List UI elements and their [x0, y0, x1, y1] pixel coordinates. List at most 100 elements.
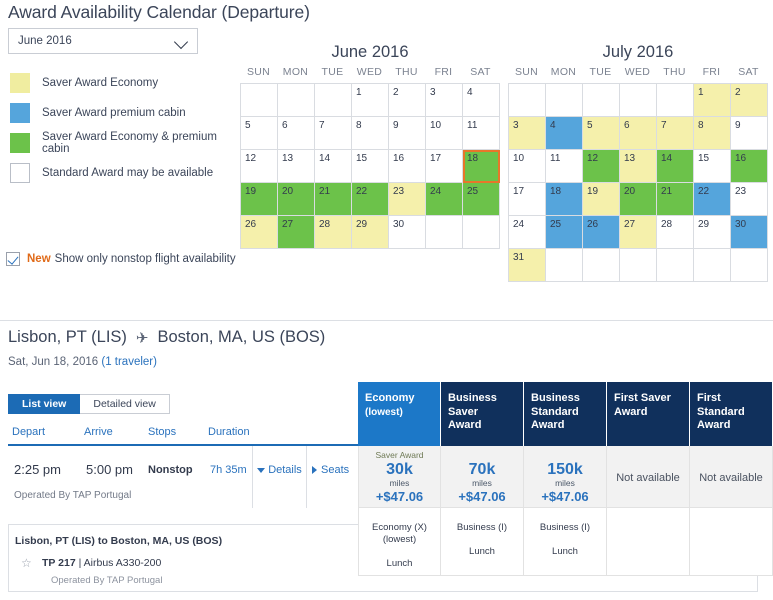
calendar-day-cell[interactable]: 2 [389, 84, 426, 117]
calendar-day-cell[interactable]: 11 [463, 117, 500, 150]
calendar-day-cell[interactable]: 13 [278, 150, 315, 183]
legend-swatch [10, 163, 30, 183]
calendar-day-cell[interactable]: 2 [731, 84, 768, 117]
fare-column-header[interactable]: Economy (lowest) [358, 382, 441, 446]
column-header-depart[interactable]: Depart [12, 426, 45, 438]
calendar-day-cell[interactable]: 7 [657, 117, 694, 150]
calendar-day-cell[interactable]: 3 [426, 84, 463, 117]
calendar-day-cell[interactable]: 30 [731, 216, 768, 249]
calendar-day-cell[interactable]: 16 [389, 150, 426, 183]
calendar-day-cell[interactable]: 12 [583, 150, 620, 183]
calendar-day-cell[interactable]: 31 [509, 249, 546, 282]
calendar-day-cell[interactable]: 26 [583, 216, 620, 249]
calendar-day-cell[interactable]: 20 [278, 183, 315, 216]
calendar-day-cell[interactable]: 28 [315, 216, 352, 249]
calendar-day-cell[interactable]: 28 [657, 216, 694, 249]
calendar-day-cell[interactable]: 29 [352, 216, 389, 249]
calendar-day-cell[interactable]: 18 [463, 150, 500, 183]
calendar-day-cell[interactable]: 25 [546, 216, 583, 249]
calendar-day-cell[interactable]: 24 [509, 216, 546, 249]
calendar-day-cell[interactable]: 6 [620, 117, 657, 150]
calendar-day-cell[interactable]: 4 [546, 117, 583, 150]
column-header-stops[interactable]: Stops [148, 426, 176, 438]
fare-column-header[interactable]: Business Standard Award [524, 382, 607, 446]
calendar-day-cell[interactable]: 17 [426, 150, 463, 183]
calendar-day-cell[interactable]: 10 [426, 117, 463, 150]
month-select[interactable]: June 2016 [8, 28, 198, 54]
fare-miles-unit: miles [472, 478, 492, 488]
calendar-day-cell[interactable]: 27 [620, 216, 657, 249]
fare-column-header[interactable]: First Saver Award [607, 382, 690, 446]
nonstop-filter[interactable]: New Show only nonstop flight availabilit… [6, 252, 236, 266]
tab-detailed-view[interactable]: Detailed view [80, 394, 170, 414]
calendar-day-cell[interactable]: 15 [352, 150, 389, 183]
calendar-day-cell[interactable]: 16 [731, 150, 768, 183]
flight-duration[interactable]: 7h 35m [210, 464, 247, 476]
calendar-day-cell[interactable]: 7 [315, 117, 352, 150]
fare-column-header[interactable]: Business Saver Award [441, 382, 524, 446]
calendar-day-cell[interactable]: 9 [731, 117, 768, 150]
calendar-day-cell[interactable]: 19 [583, 183, 620, 216]
fare-price-cell[interactable]: 150k miles +$47.06 [524, 446, 607, 508]
fare-miles-unit: miles [389, 478, 410, 488]
calendar-day-cell[interactable]: 12 [241, 150, 278, 183]
fare-head-line1: Business [531, 392, 580, 404]
calendar-day-cell[interactable]: 4 [463, 84, 500, 117]
calendar-day-cell[interactable]: 14 [315, 150, 352, 183]
tab-list-view[interactable]: List view [8, 394, 81, 414]
calendar-week: 12 13 14 15 16 17 18 [241, 150, 500, 183]
view-toggle[interactable]: List view Detailed view [8, 394, 170, 414]
calendar-day-cell[interactable]: 21 [315, 183, 352, 216]
calendar-day-cell[interactable]: 17 [509, 183, 546, 216]
calendar-day-cell[interactable]: 23 [731, 183, 768, 216]
calendar-day-cell[interactable]: 30 [389, 216, 426, 249]
flight-stops: Nonstop [148, 464, 193, 476]
calendar-day-cell[interactable]: 13 [620, 150, 657, 183]
details-toggle-button[interactable]: Details [252, 446, 307, 508]
column-header-arrive[interactable]: Arrive [84, 426, 113, 438]
calendar-day-cell[interactable]: 5 [583, 117, 620, 150]
calendar-day-cell[interactable]: 5 [241, 117, 278, 150]
fare-detail-class: Business (I) [456, 522, 508, 533]
calendar-day-cell[interactable]: 22 [352, 183, 389, 216]
traveler-count[interactable]: (1 traveler) [101, 356, 157, 368]
calendar-day-cell[interactable]: 18 [546, 183, 583, 216]
calendar-day-cell[interactable]: 23 [389, 183, 426, 216]
fare-column-header[interactable]: First Standard Award [690, 382, 773, 446]
calendar-day-cell[interactable]: 8 [694, 117, 731, 150]
calendar-day-cell[interactable]: 11 [546, 150, 583, 183]
calendar-day-cell[interactable]: 25 [463, 183, 500, 216]
fare-detail-cell: Economy (X) (lowest) Lunch [358, 508, 441, 576]
column-header-duration[interactable]: Duration [208, 426, 250, 438]
calendar-day-cell[interactable]: 3 [509, 117, 546, 150]
calendar-day-cell[interactable]: 21 [657, 183, 694, 216]
chevron-right-icon[interactable] [769, 42, 773, 60]
route-subheading: Sat, Jun 18, 2016 (1 traveler) [8, 356, 157, 368]
day-of-week-label: THU [395, 66, 418, 78]
calendar-day-cell[interactable]: 14 [657, 150, 694, 183]
calendar-day-cell[interactable]: 15 [694, 150, 731, 183]
calendar-day-cell[interactable]: 1 [352, 84, 389, 117]
nonstop-checkbox[interactable] [6, 252, 20, 266]
calendar-day-cell[interactable]: 10 [509, 150, 546, 183]
calendar-day-cell[interactable]: 24 [426, 183, 463, 216]
calendar-day-cell[interactable]: 27 [278, 216, 315, 249]
fare-price-cell[interactable]: 70k miles +$47.06 [441, 446, 524, 508]
fare-miles: 30k [386, 461, 413, 478]
saver-award-label [524, 450, 606, 461]
fare-column: Business Standard Award 150k miles +$47.06 Bu… [524, 382, 607, 576]
calendar-day-cell[interactable]: 6 [278, 117, 315, 150]
calendar-day-cell[interactable]: 19 [241, 183, 278, 216]
calendar-day-cell[interactable]: 20 [620, 183, 657, 216]
calendar-day-cell[interactable]: 1 [694, 84, 731, 117]
calendar-day-cell[interactable]: 8 [352, 117, 389, 150]
calendar-day-cell[interactable]: 9 [389, 117, 426, 150]
seats-button[interactable]: Seats [312, 446, 349, 476]
route-date: Sat, Jun 18, 2016 [8, 356, 102, 368]
fare-price-cell[interactable]: Saver Award 30k miles +$47.06 [358, 446, 441, 508]
day-of-week-label: SUN [514, 66, 539, 78]
calendar-day-cell[interactable]: 29 [694, 216, 731, 249]
calendar-empty-cell [731, 249, 768, 282]
calendar-day-cell[interactable]: 22 [694, 183, 731, 216]
calendar-day-cell[interactable]: 26 [241, 216, 278, 249]
